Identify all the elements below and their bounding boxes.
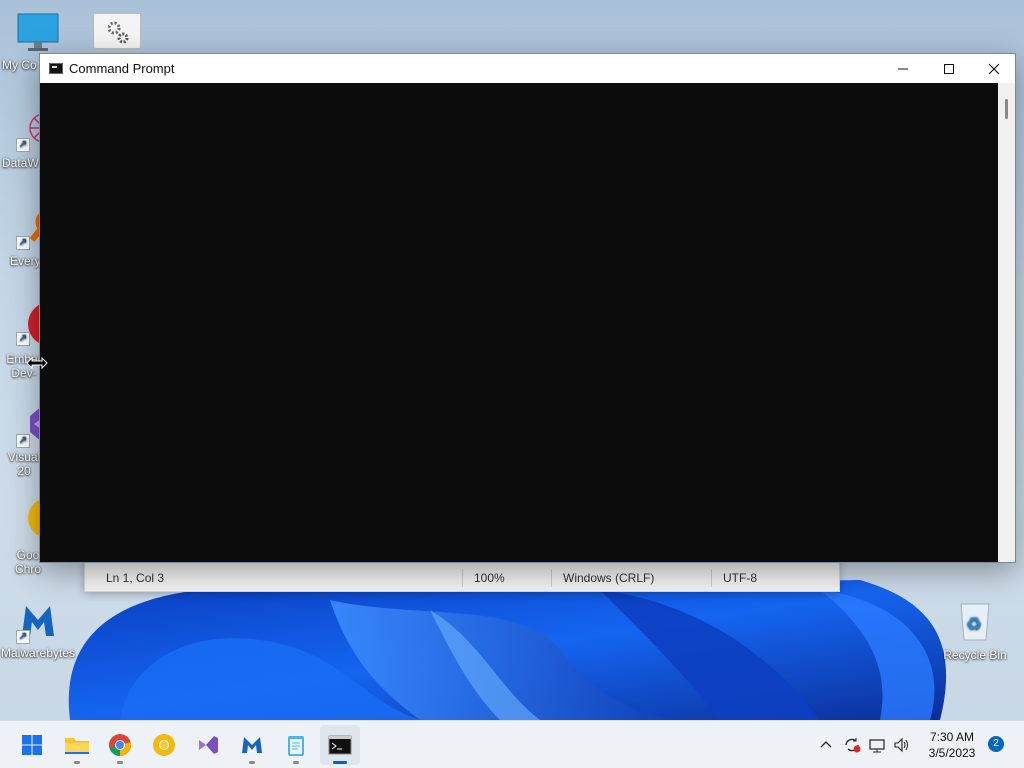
chrome-icon: [109, 734, 131, 756]
maximize-button[interactable]: [926, 54, 972, 83]
taskbar-command-prompt[interactable]: [320, 725, 360, 765]
title-bar[interactable]: Command Prompt: [40, 54, 1015, 83]
clock[interactable]: 7:30 AM 3/5/2023: [918, 729, 986, 761]
cursor-position: Ln 1, Col 3: [106, 571, 165, 585]
zoom-level: 100%: [474, 571, 505, 585]
network-icon[interactable]: [868, 736, 888, 754]
shortcut-arrow-icon: ↗: [16, 236, 30, 250]
shortcut-arrow-icon: ↗: [16, 138, 30, 152]
chevron-up-icon[interactable]: [818, 737, 834, 753]
clock-time: 7:30 AM: [929, 730, 975, 744]
desktop-icon-label: Every: [10, 254, 41, 268]
notification-badge[interactable]: 2: [988, 736, 1004, 752]
taskbar: 7:30 AM 3/5/2023: [0, 720, 1024, 768]
visual-studio-icon: [199, 736, 218, 754]
terminal-icon: [49, 63, 63, 74]
volume-icon[interactable]: [892, 736, 912, 754]
monitor-icon: [14, 10, 62, 58]
taskbar-chrome[interactable]: [100, 725, 140, 765]
malwarebytes-icon: ↗: [14, 596, 62, 644]
close-button[interactable]: [971, 54, 1017, 83]
folder-icon: [65, 738, 89, 754]
command-prompt-window[interactable]: Command Prompt: [39, 53, 1016, 563]
vertical-scrollbar[interactable]: [998, 83, 1015, 562]
clock-date: 3/5/2023: [928, 746, 976, 760]
start-button[interactable]: [12, 725, 52, 765]
console-output-area[interactable]: [40, 83, 998, 562]
desktop-icon-label: My Co: [2, 58, 37, 72]
taskbar-file-explorer[interactable]: [57, 725, 97, 765]
minimize-button[interactable]: [880, 54, 926, 83]
system-tray: [818, 721, 912, 768]
desktop-icon-malwarebytes[interactable]: ↗ Malwarebytes: [0, 596, 76, 660]
notepad-icon: [288, 736, 304, 756]
taskbar-visual-studio[interactable]: [188, 725, 228, 765]
desktop-icon-recycle-bin[interactable]: ♻ Recycle Bin: [937, 598, 1013, 662]
notepad-status-bar: Ln 1, Col 3 100% Windows (CRLF) UTF-8: [85, 567, 839, 589]
minimize-icon: [898, 68, 908, 69]
encoding: UTF-8: [723, 571, 757, 585]
scrollbar-thumb[interactable]: [1005, 99, 1008, 119]
shortcut-arrow-icon: ↗: [16, 630, 30, 644]
malwarebytes-icon: [242, 737, 262, 753]
gear-icon: [107, 21, 129, 44]
svg-text:♻: ♻: [966, 614, 982, 635]
windows-start-icon: [22, 735, 42, 755]
chrome-canary-icon: [153, 734, 175, 756]
resize-cursor-icon: [26, 357, 48, 369]
sync-alert-icon[interactable]: [842, 736, 862, 754]
recycle-bin-icon: ♻: [951, 598, 999, 646]
desktop-icon-label: DataW: [2, 156, 39, 170]
taskbar-chrome-canary[interactable]: [144, 725, 184, 765]
close-icon: [988, 63, 1000, 74]
shortcut-arrow-icon: ↗: [16, 434, 30, 448]
line-ending: Windows (CRLF): [563, 571, 655, 585]
terminal-icon: [328, 735, 352, 755]
desktop-icon-label: Visual 20: [7, 450, 41, 478]
window-title: Command Prompt: [69, 61, 175, 76]
taskbar-notepad[interactable]: [276, 725, 316, 765]
shortcut-arrow-icon: ↗: [16, 332, 30, 346]
maximize-icon: [944, 63, 954, 74]
desktop-icon-label: Recycle Bin: [943, 648, 1007, 662]
desktop-icon-label: Malwarebytes: [0, 646, 76, 660]
taskbar-malwarebytes[interactable]: [232, 725, 272, 765]
settings-tile[interactable]: [93, 13, 141, 49]
